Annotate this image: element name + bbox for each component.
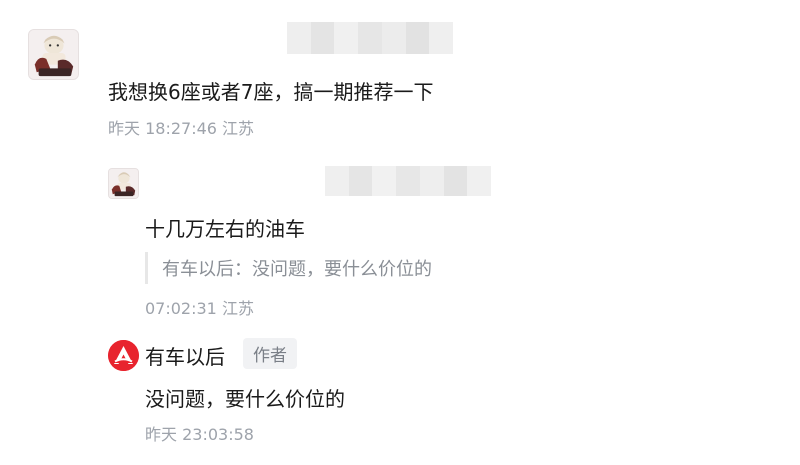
- anime-character-avatar-icon: [109, 169, 138, 198]
- reply-quote-text: 有车以后：没问题，要什么价位的: [162, 259, 432, 280]
- reply-username-blurred[interactable]: [325, 166, 491, 196]
- comment-text: 我想换6座或者7座，搞一期推荐一下: [108, 80, 434, 104]
- reply-text: 没问题，要什么价位的: [145, 387, 345, 411]
- brand-logo-icon: [108, 340, 139, 371]
- avatar[interactable]: [28, 29, 79, 80]
- reply-timestamp: 昨天 23:03:58: [145, 425, 254, 444]
- author-badge: 作者: [243, 338, 297, 369]
- reply-text: 十几万左右的油车: [145, 217, 305, 241]
- author-name[interactable]: 有车以后: [145, 341, 225, 370]
- anime-character-avatar-icon: [29, 30, 78, 79]
- comment-timestamp-location: 昨天 18:27:46 江苏: [108, 119, 255, 138]
- reply-timestamp-location: 07:02:31 江苏: [145, 299, 254, 318]
- reply-quote[interactable]: 有车以后：没问题，要什么价位的: [145, 252, 432, 284]
- reply-avatar[interactable]: [108, 168, 139, 199]
- author-avatar[interactable]: [108, 340, 139, 371]
- username-blurred[interactable]: [287, 22, 453, 54]
